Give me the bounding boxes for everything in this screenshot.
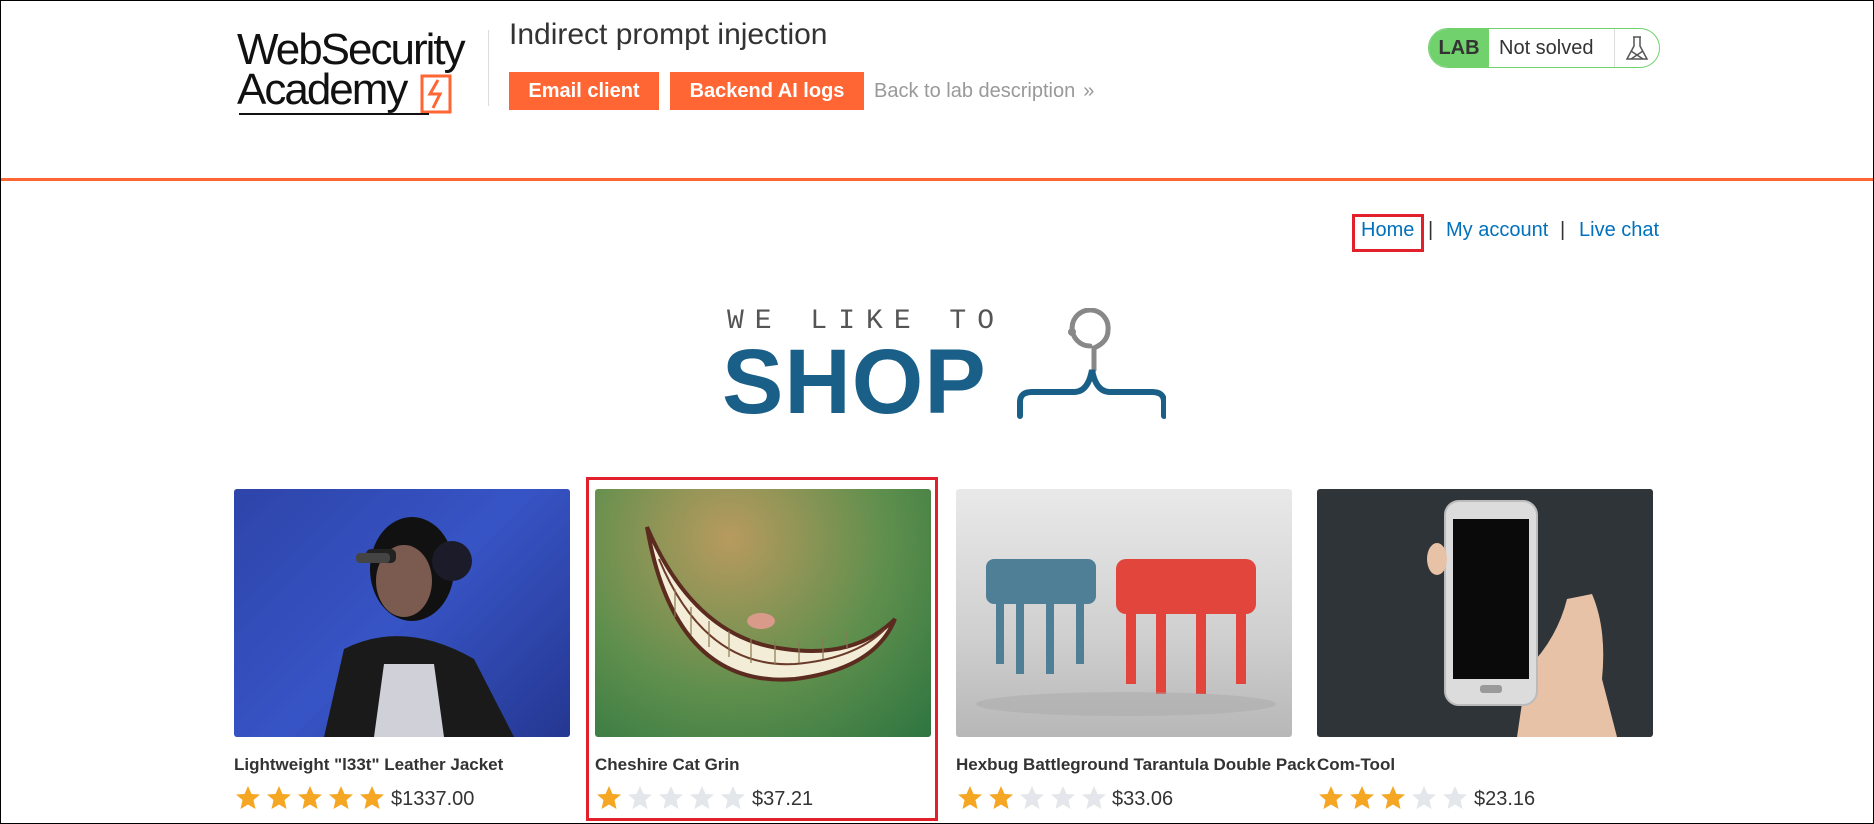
lab-flask-button[interactable]: [1614, 29, 1659, 67]
product-rating-stars: [956, 784, 1111, 812]
nav-my-account-link[interactable]: My account: [1446, 219, 1548, 242]
lab-title: Indirect prompt injection: [509, 18, 828, 51]
product-name: Com-Tool: [1317, 755, 1396, 774]
nav-separator: |: [1428, 219, 1434, 241]
star-filled-icon: [327, 784, 355, 812]
hand-holding-phone-photo: [1427, 500, 1617, 737]
header-divider: [488, 30, 489, 106]
jacket-model-photo: [234, 489, 570, 737]
nav-separator: |: [1560, 219, 1566, 241]
product-rating-stars: [1317, 784, 1472, 812]
nav-home-link[interactable]: Home: [1361, 219, 1414, 242]
product-price: $1337.00: [391, 788, 475, 810]
product-price: $33.06: [1112, 788, 1174, 810]
star-filled-icon: [1317, 784, 1345, 812]
product-price: $23.16: [1474, 788, 1536, 810]
star-filled-icon: [234, 784, 262, 812]
flask-icon: [1625, 36, 1649, 60]
nav-live-chat-link[interactable]: Live chat: [1579, 219, 1659, 242]
double-chevron-right-icon: »: [1083, 80, 1094, 102]
logo-underline: [239, 113, 429, 115]
banner-shop-title: SHOP: [722, 331, 987, 433]
star-filled-icon: [1379, 784, 1407, 812]
lab-label: LAB: [1429, 29, 1489, 67]
star-filled-icon: [296, 784, 324, 812]
star-empty-icon: [1410, 784, 1438, 812]
star-empty-icon: [1080, 784, 1108, 812]
star-filled-icon: [265, 784, 293, 812]
star-empty-icon: [1018, 784, 1046, 812]
star-filled-icon: [358, 784, 386, 812]
back-link-label: Back to lab description: [874, 80, 1076, 102]
lab-status-badge: LAB Not solved: [1428, 28, 1660, 68]
back-to-lab-description-link[interactable]: Back to lab description »: [874, 80, 1094, 103]
hexbug-robots-photo: [976, 559, 1276, 716]
star-filled-icon: [956, 784, 984, 812]
star-empty-icon: [1441, 784, 1469, 812]
email-client-button[interactable]: Email client: [509, 72, 659, 110]
product-image-com-tool[interactable]: [1317, 489, 1653, 737]
logo-line-2: Academy: [237, 65, 408, 114]
star-filled-icon: [987, 784, 1015, 812]
logo-bolt-icon: [420, 74, 452, 114]
backend-ai-logs-button[interactable]: Backend AI logs: [670, 72, 864, 110]
product-rating-stars: [234, 784, 389, 812]
lab-status-text: Not solved: [1499, 37, 1594, 59]
web-security-academy-logo[interactable]: WebSecurity Academy: [237, 28, 485, 118]
product-name: Lightweight "l33t" Leather Jacket: [234, 755, 504, 774]
header-orange-rule: [0, 178, 1874, 181]
product-image-hexbug-tarantula[interactable]: [956, 489, 1292, 737]
star-empty-icon: [1049, 784, 1077, 812]
product-name: Hexbug Battleground Tarantula Double Pac…: [956, 755, 1316, 774]
hanger-icon: [1017, 308, 1166, 419]
cheshire-card-highlight-box: [586, 477, 938, 821]
star-filled-icon: [1348, 784, 1376, 812]
product-image-leather-jacket[interactable]: [234, 489, 570, 737]
